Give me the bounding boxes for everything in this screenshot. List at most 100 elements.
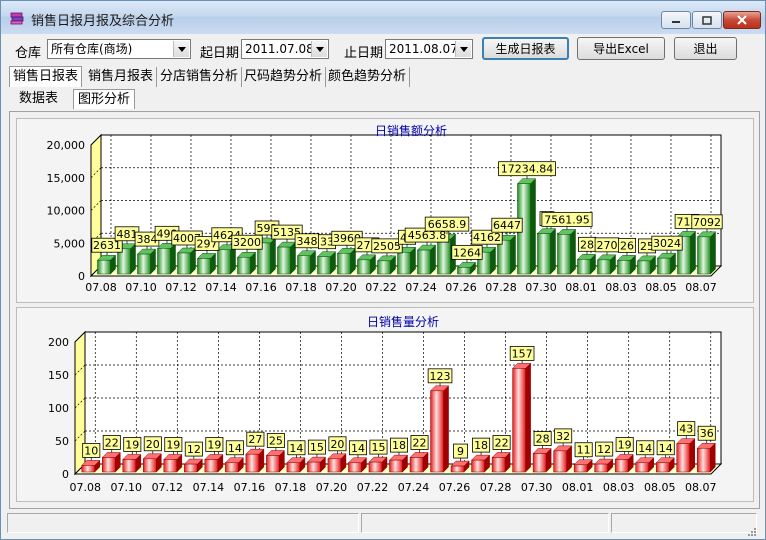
end-date-dropdown-arrow[interactable] xyxy=(455,41,471,57)
bar-front xyxy=(122,459,137,473)
tab-branch-analysis[interactable]: 分店销售分析 xyxy=(157,67,243,87)
status-cell-2 xyxy=(361,513,609,533)
bar-front xyxy=(97,259,111,275)
bar-front xyxy=(377,260,391,275)
data-label-text: 2505 xyxy=(373,240,401,253)
bar-07.18 xyxy=(286,457,306,473)
data-label-text: 384 xyxy=(137,233,158,246)
x-tick-label: 07.30 xyxy=(525,281,557,294)
bar-front xyxy=(637,260,651,275)
data-label-text: 15 xyxy=(310,441,324,454)
x-tick-label: 07.24 xyxy=(398,481,430,494)
x-tick-label: 07.14 xyxy=(205,281,237,294)
generate-report-button[interactable]: 生成日报表 xyxy=(482,37,569,60)
x-tick-label: 07.08 xyxy=(85,281,117,294)
close-button[interactable] xyxy=(723,11,761,29)
bar-07.12 xyxy=(163,453,183,473)
bar-front xyxy=(617,260,631,275)
bar-side xyxy=(530,178,536,275)
warehouse-dropdown-arrow[interactable] xyxy=(173,41,189,57)
start-date-value: 2011.07.08 xyxy=(245,42,314,56)
subtab-chart-analysis[interactable]: 图形分析 xyxy=(73,89,136,109)
bar-front xyxy=(137,253,151,275)
bar-07.27 xyxy=(470,454,491,473)
bar-07.09 xyxy=(101,451,121,473)
bar-front xyxy=(553,450,567,473)
bar-front xyxy=(676,443,690,473)
bar-07.31 xyxy=(553,445,573,473)
data-label-text: 3024 xyxy=(653,237,681,250)
bar-front xyxy=(389,459,403,473)
bar-front xyxy=(368,461,383,473)
data-label-text: 18 xyxy=(474,439,488,452)
export-excel-button[interactable]: 导出Excel xyxy=(577,37,665,60)
resize-grip-icon[interactable] xyxy=(743,525,757,537)
minimize-button[interactable] xyxy=(661,11,691,29)
bar-front xyxy=(512,368,526,473)
bar-front xyxy=(297,255,311,275)
data-label-text: 27 xyxy=(248,433,262,446)
bar-front xyxy=(573,464,588,473)
bar-side xyxy=(570,228,576,275)
bar-07.15 xyxy=(224,457,244,473)
x-tick-label: 07.12 xyxy=(152,481,184,494)
bar-07.18 xyxy=(296,250,317,275)
data-label-text: 25 xyxy=(269,435,283,448)
bar-front xyxy=(597,259,611,275)
maximize-button[interactable] xyxy=(692,11,722,29)
data-label-text: 14 xyxy=(228,442,242,455)
y-tick-label: 5,000 xyxy=(54,237,86,250)
bar-front xyxy=(217,249,231,275)
bar-07.13 xyxy=(196,252,217,275)
bar-07.20 xyxy=(336,247,357,275)
chevron-down-icon xyxy=(177,46,186,52)
bar-side xyxy=(710,231,716,275)
bar-07.14 xyxy=(204,453,224,473)
bar-side xyxy=(550,228,556,275)
bar-front xyxy=(204,459,219,473)
tab-daily-report[interactable]: 销售日报表 xyxy=(9,66,83,87)
data-label-text: 7561.95 xyxy=(544,213,590,226)
amount-chart-panel: 0 5,000 10,000 15,000 20,000 日销售额分析 07.08 07.10… xyxy=(16,118,754,303)
chart-title: 日销售额分析 xyxy=(375,123,447,138)
end-date-picker[interactable]: 2011.08.07 xyxy=(385,39,473,59)
title-bar[interactable]: 销售日报月报及综合分析 xyxy=(1,1,765,34)
x-tick-label: 08.03 xyxy=(605,281,637,294)
bar-front xyxy=(657,257,671,275)
status-cell-1 xyxy=(7,513,359,533)
bar-front xyxy=(450,465,465,473)
y-tick-label: 20,000 xyxy=(47,139,86,152)
x-tick-label: 07.20 xyxy=(316,481,348,494)
data-label-text: 28 xyxy=(536,433,550,446)
data-label-text: 1264 xyxy=(453,246,481,259)
bar-side xyxy=(443,385,449,473)
data-label-text: 7092 xyxy=(693,216,721,229)
bar-07.23 xyxy=(388,454,409,473)
bar-front xyxy=(348,462,362,473)
bar-08.05 xyxy=(655,457,675,473)
x-tick-label: 08.05 xyxy=(644,481,676,494)
start-date-picker[interactable]: 2011.07.08 xyxy=(241,39,329,59)
bar-07.17 xyxy=(265,449,286,473)
exit-button[interactable]: 退出 xyxy=(674,37,737,60)
data-label-text: 20 xyxy=(146,438,160,451)
x-tick-label: 07.22 xyxy=(365,281,397,294)
tab-size-trend[interactable]: 尺码趋势分析 xyxy=(241,67,327,87)
bar-front xyxy=(163,459,178,473)
bar-08.03 xyxy=(614,453,634,473)
bar-07.21 xyxy=(356,254,377,275)
bar-07.15 xyxy=(236,251,257,275)
x-tick-label: 08.07 xyxy=(685,481,717,494)
bar-front xyxy=(317,256,331,275)
warehouse-label: 仓库 xyxy=(15,46,42,61)
x-tick-label: 07.18 xyxy=(275,481,307,494)
tab-monthly-report[interactable]: 销售月报表 xyxy=(85,67,158,87)
y-tick-label: 0 xyxy=(78,270,85,283)
bar-07.08 xyxy=(96,254,117,275)
warehouse-select[interactable]: 所有仓库(商场) xyxy=(47,39,191,59)
bar-08.07 xyxy=(696,442,716,473)
tab-color-trend[interactable]: 颜色趋势分析 xyxy=(325,67,411,87)
close-icon xyxy=(737,15,747,25)
subtab-data-table[interactable]: 数据表 xyxy=(15,89,62,109)
start-date-dropdown-arrow[interactable] xyxy=(311,41,327,57)
